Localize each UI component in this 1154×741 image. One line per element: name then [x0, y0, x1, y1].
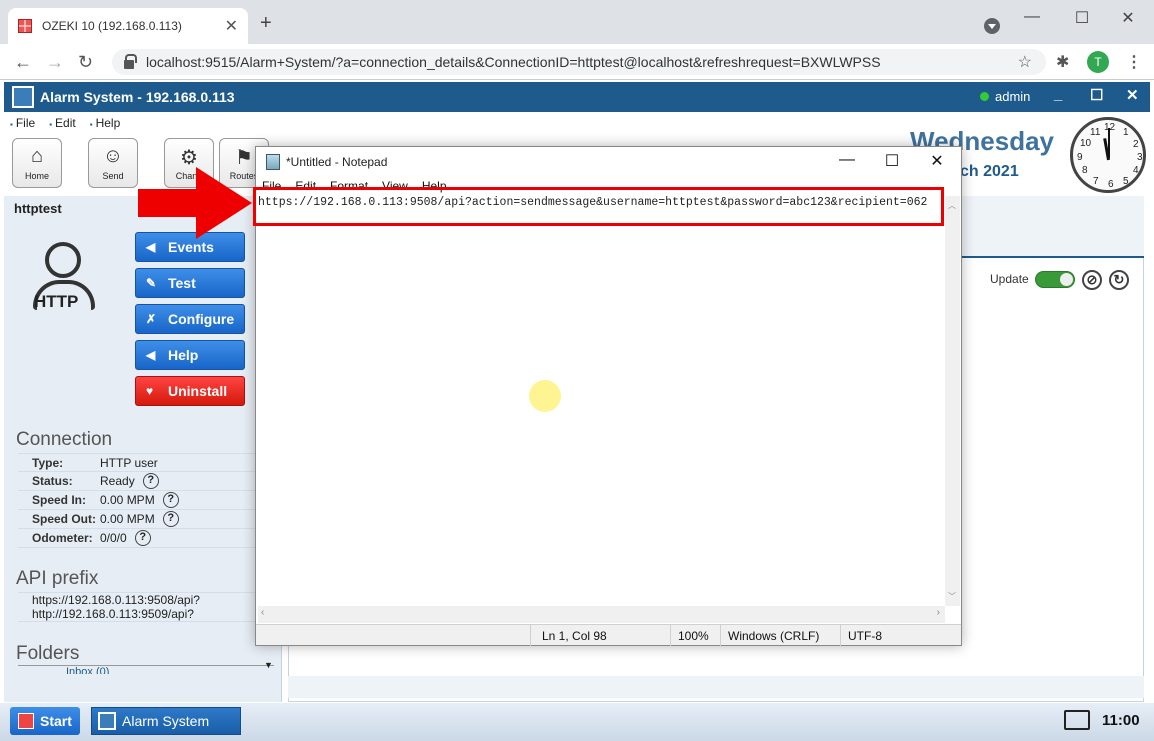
api-http-url: http://192.168.0.113:9509/api? [32, 607, 194, 621]
maximize-icon[interactable]: ☐ [1072, 8, 1092, 28]
notepad-close-icon[interactable]: ✕ [922, 151, 952, 171]
online-status-icon [980, 92, 989, 101]
connection-status-row: Status: Ready? [18, 472, 256, 491]
notepad-maximize-icon[interactable]: ☐ [877, 151, 907, 171]
alarm-system-task-icon [98, 712, 116, 730]
wrench-icon: ✗ [146, 312, 157, 326]
speed-out-help-icon[interactable]: ? [162, 511, 179, 527]
back-icon[interactable]: ← [14, 52, 32, 73]
url-text: localhost:9515/Alarm+System/?a=connectio… [146, 54, 881, 70]
forward-icon[interactable]: → [46, 52, 64, 73]
close-window-icon[interactable]: ✕ [1118, 8, 1138, 28]
lock-icon [124, 53, 137, 69]
red-arrow-icon [138, 167, 252, 239]
tab-title: OZEKI 10 (192.168.0.113) [42, 19, 182, 33]
notepad-icon [266, 154, 280, 170]
api-https-url: https://192.168.0.113:9508/api? [32, 593, 200, 607]
menu-file[interactable]: File [10, 116, 35, 130]
notepad-text-area[interactable]: https://192.168.0.113:9508/api?action=se… [258, 196, 944, 606]
line-ending: Windows (CRLF) [728, 629, 820, 643]
folders-title: Folders [16, 643, 80, 664]
alarm-system-icon [12, 86, 34, 108]
http-user-icon: HTTP [30, 240, 100, 320]
taskbar-clock: 11:00 [1102, 712, 1140, 729]
browser-menu-icon[interactable]: ⋮ [1126, 52, 1142, 72]
mouse-cursor-highlight [529, 380, 561, 412]
ozeki-favicon-icon [18, 19, 32, 33]
details-footer [288, 676, 1144, 698]
odometer-row: Odometer: 0/0/0? [18, 529, 256, 548]
update-toggle[interactable] [1035, 271, 1075, 288]
api-prefix-list: https://192.168.0.113:9508/api? http://1… [18, 592, 256, 622]
username: admin [995, 89, 1031, 104]
status-help-icon[interactable]: ? [142, 473, 159, 489]
speed-out-row: Speed Out: 0.00 MPM? [18, 510, 256, 529]
start-icon [18, 713, 34, 729]
connection-name: httptest [14, 201, 62, 216]
profile-avatar[interactable]: T [1087, 51, 1109, 73]
minimize-icon[interactable]: — [1022, 8, 1042, 26]
connection-type-row: Type: HTTP user [18, 453, 256, 472]
close-tab-icon[interactable]: ✕ [225, 16, 238, 36]
menu-help[interactable]: Help [90, 116, 121, 130]
help-icon: ◀ [146, 348, 156, 362]
notepad-status-bar: Ln 1, Col 98 100% Windows (CRLF) UTF-8 [256, 624, 961, 646]
app-title-bar: Alarm System - 192.168.0.113 [4, 82, 1150, 112]
monitor-icon[interactable] [1064, 710, 1090, 730]
test-icon: ✎ [146, 276, 157, 290]
refresh-icon[interactable]: ↻ [1109, 270, 1129, 290]
notepad-minimize-icon[interactable]: — [832, 151, 862, 169]
speed-in-help-icon[interactable]: ? [162, 492, 179, 508]
url-highlight-box [253, 187, 944, 226]
cursor-position: Ln 1, Col 98 [542, 629, 607, 643]
notepad-vertical-scrollbar[interactable]: ︿ ﹀ [945, 196, 960, 606]
inbox-folder[interactable]: Inbox (0) [66, 666, 109, 674]
api-prefix-title: API prefix [16, 568, 99, 589]
zoom-level: 100% [678, 629, 709, 643]
encoding: UTF-8 [848, 629, 882, 643]
tab-search-icon[interactable] [984, 18, 1000, 34]
app-title: Alarm System - 192.168.0.113 [40, 89, 235, 105]
date-label: ch 2021 [960, 163, 1019, 180]
start-button[interactable]: Start [10, 707, 80, 735]
help-button[interactable]: ◀ Help [135, 340, 245, 370]
analog-clock: 12 1 2 3 4 5 6 7 8 9 10 11 [1070, 117, 1146, 193]
notepad-horizontal-scrollbar[interactable]: ‹ › [258, 606, 945, 623]
stop-icon[interactable]: ⊘ [1082, 270, 1102, 290]
notepad-title: *Untitled - Notepad [286, 155, 388, 169]
browser-tab[interactable]: OZEKI 10 (192.168.0.113) ✕ [8, 8, 248, 44]
folders-divider [18, 665, 274, 666]
app-maximize-icon[interactable]: ☐ [1090, 86, 1103, 104]
extensions-icon[interactable]: ✱ [1056, 52, 1069, 72]
user-send-icon: ☺ [102, 145, 124, 167]
folders-dropdown-icon[interactable]: ▼ [264, 660, 273, 670]
speed-in-row: Speed In: 0.00 MPM? [18, 491, 256, 510]
taskbar-alarm-system[interactable]: Alarm System [91, 707, 241, 735]
user-indicator[interactable]: admin [980, 89, 1030, 104]
events-icon: ◀ [146, 240, 156, 254]
reload-icon[interactable]: ↻ [78, 52, 93, 73]
uninstall-button[interactable]: ♥ Uninstall [135, 376, 245, 406]
toolbar-send-button[interactable]: ☺ Send [88, 138, 138, 188]
menu-edit[interactable]: Edit [49, 116, 76, 130]
clock-minute-hand [1108, 128, 1110, 158]
odometer-help-icon[interactable]: ? [134, 530, 151, 546]
broken-heart-icon: ♥ [146, 384, 154, 398]
home-icon: ⌂ [30, 145, 44, 167]
address-bar[interactable]: localhost:9515/Alarm+System/?a=connectio… [112, 49, 1046, 75]
update-label: Update [990, 272, 1029, 286]
test-button[interactable]: ✎ Test [135, 268, 245, 298]
configure-button[interactable]: ✗ Configure [135, 304, 245, 334]
connection-section-title: Connection [16, 429, 113, 450]
bookmark-star-icon[interactable]: ☆ [1018, 52, 1032, 72]
new-tab-icon[interactable]: + [260, 12, 272, 35]
app-minimize-icon[interactable]: _ [1054, 86, 1062, 103]
toolbar-home-button[interactable]: ⌂ Home [12, 138, 62, 188]
app-close-icon[interactable]: ✕ [1126, 86, 1139, 104]
